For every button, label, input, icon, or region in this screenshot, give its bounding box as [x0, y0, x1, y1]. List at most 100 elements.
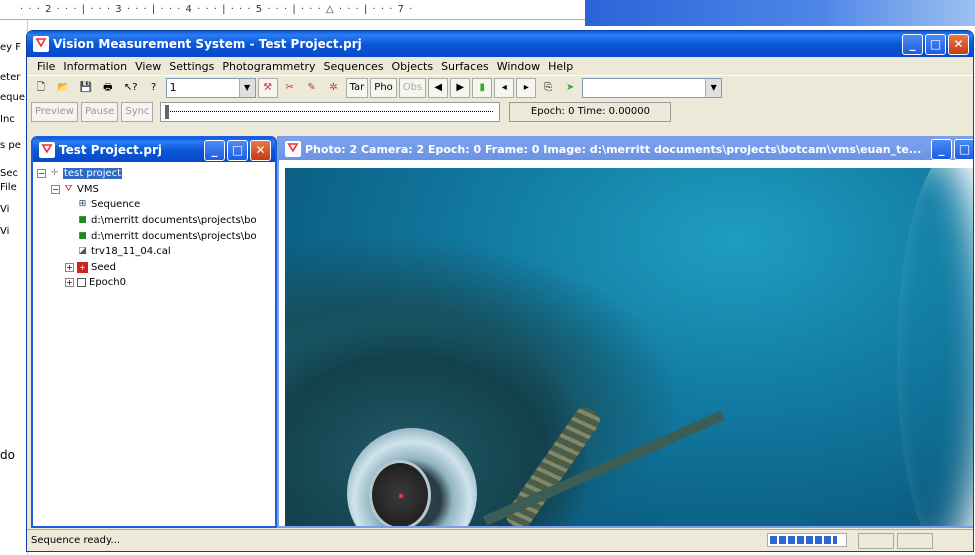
vms-icon: ⛛ — [64, 183, 73, 194]
print-icon[interactable]: 🖶 — [98, 78, 118, 98]
tree-node-file[interactable]: ■ d:\merritt documents\projects\bo — [37, 228, 275, 244]
menu-settings[interactable]: Settings — [165, 60, 218, 73]
measure-tool-icon[interactable]: ✎ — [302, 78, 322, 98]
chevron-down-icon[interactable]: ▼ — [238, 78, 255, 97]
project-titlebar[interactable]: ⛛ Test Project.prj _ □ ✕ — [33, 138, 275, 162]
crosshair-icon: ✛ — [50, 168, 59, 179]
maximize-button[interactable]: □ — [954, 138, 973, 160]
tree-label: trv18_11_04.cal — [91, 246, 171, 258]
next-arrow-icon[interactable]: ▶ — [450, 77, 471, 98]
obs-button[interactable]: Obs — [398, 77, 427, 98]
bg-text-fragment: eter — [0, 72, 21, 83]
status-panels — [767, 532, 933, 549]
tree-node-sequence[interactable]: ⊞ Sequence — [37, 197, 275, 213]
main-window-title: Vision Measurement System - Test Project… — [53, 37, 362, 51]
minimize-button[interactable]: _ — [902, 33, 923, 55]
bg-text-fragment: Inc — [0, 114, 15, 125]
collapse-icon[interactable]: − — [51, 184, 60, 194]
tree-node-epoch[interactable]: + Epoch0 — [37, 275, 275, 291]
tree-label: Sequence — [91, 199, 141, 211]
menu-help[interactable]: Help — [544, 60, 577, 73]
main-titlebar[interactable]: ⛛ Vision Measurement System - Test Proje… — [27, 31, 973, 57]
traffic-light-icon[interactable]: ▮ — [472, 77, 493, 98]
background-window-titlebar — [585, 0, 975, 26]
status-panel — [897, 532, 933, 549]
bg-text-fragment: do — [0, 448, 15, 462]
expand-icon[interactable]: + — [65, 262, 74, 272]
tree-node-root[interactable]: − ✛ test project — [37, 166, 275, 182]
background-ruler: · · · 2 · · · | · · · 3 · · · | · · · 4 … — [0, 0, 585, 20]
tree-node-calibration[interactable]: ◪ trv18_11_04.cal — [37, 244, 275, 260]
tar-button[interactable]: Tar — [345, 77, 369, 98]
run-icon[interactable]: ➤ — [560, 78, 580, 98]
open-folder-icon[interactable]: 📂 — [53, 78, 73, 98]
main-toolbar: 🗋 📂 💾 🖶 ↖? ? 1 ▼ ⚒ ✂ ✎ ✲ Tar Pho Obs ◀ ▶… — [27, 75, 973, 99]
bg-text-fragment: Vi — [0, 226, 10, 237]
background-document-edge: ey F eter eque Inc s pe Sec File Vi Vi d… — [0, 20, 28, 555]
sequence-slider[interactable] — [160, 102, 501, 122]
bg-text-fragment: s pe — [0, 140, 21, 151]
slider-thumb[interactable] — [165, 105, 170, 119]
tree-node-seed[interactable]: + + Seed — [37, 260, 275, 276]
collapse-icon[interactable]: − — [37, 169, 46, 179]
object-select[interactable]: ▼ — [582, 77, 723, 98]
pause-button[interactable]: Pause — [80, 102, 119, 122]
step-back-icon[interactable]: ◂ — [494, 77, 515, 98]
epoch-time-readout: Epoch: 0 Time: 0.00000 — [509, 102, 672, 122]
epoch-icon — [77, 278, 86, 288]
close-button[interactable]: ✕ — [948, 33, 969, 55]
chevron-down-icon[interactable]: ▼ — [705, 78, 722, 97]
new-file-icon[interactable]: 🗋 — [31, 78, 51, 98]
tree-label: test project — [63, 168, 123, 180]
status-bar: Sequence ready... — [27, 529, 973, 551]
main-window-controls: _ □ ✕ — [902, 33, 969, 55]
target-marker — [399, 494, 403, 498]
menu-sequences[interactable]: Sequences — [320, 60, 388, 73]
network-tool-icon[interactable]: ✲ — [324, 78, 344, 98]
menu-view[interactable]: View — [131, 60, 165, 73]
export-icon[interactable]: ⎘ — [538, 78, 558, 98]
tree-node-file[interactable]: ■ d:\merritt documents\projects\bo — [37, 213, 275, 229]
project-tree: − ✛ test project − ⛛ VMS ⊞ Sequence ■ d:… — [33, 162, 275, 291]
target-tool-icon[interactable]: ⚒ — [257, 77, 278, 98]
status-panel — [858, 532, 894, 549]
step-forward-icon[interactable]: ▸ — [516, 77, 537, 98]
maximize-button[interactable]: □ — [925, 33, 946, 55]
photo-number-select[interactable]: 1 ▼ — [165, 77, 256, 98]
menu-file[interactable]: File — [33, 60, 59, 73]
tree-label: d:\merritt documents\projects\bo — [91, 230, 257, 242]
menu-information[interactable]: Information — [59, 60, 131, 73]
close-button[interactable]: ✕ — [250, 139, 271, 161]
menu-objects[interactable]: Objects — [388, 60, 438, 73]
menu-window[interactable]: Window — [493, 60, 544, 73]
project-window: ⛛ Test Project.prj _ □ ✕ − ✛ test projec… — [31, 136, 277, 528]
sequence-icon: ⊞ — [78, 199, 87, 210]
photo-number-value: 1 — [169, 81, 177, 94]
status-progress — [767, 532, 847, 547]
pick-tool-icon[interactable]: ✂ — [280, 78, 300, 98]
photo-titlebar[interactable]: ⛛ Photo: 2 Camera: 2 Epoch: 0 Frame: 0 I… — [279, 138, 973, 160]
photo-window-icon: ⛛ — [285, 141, 301, 157]
menu-surfaces[interactable]: Surfaces — [437, 60, 493, 73]
minimize-button[interactable]: _ — [204, 139, 225, 161]
previous-arrow-icon[interactable]: ◀ — [428, 77, 449, 98]
underwater-photo[interactable] — [285, 168, 973, 526]
sync-button[interactable]: Sync — [121, 102, 154, 122]
expand-icon[interactable]: + — [65, 278, 74, 288]
photo-window-title: Photo: 2 Camera: 2 Epoch: 0 Frame: 0 Ima… — [305, 142, 922, 156]
lens-vignette — [897, 168, 973, 526]
preview-button[interactable]: Preview — [31, 102, 78, 122]
tree-node-vms[interactable]: − ⛛ VMS — [37, 182, 275, 198]
context-help-icon[interactable]: ↖? — [120, 78, 142, 98]
bg-text-fragment: Sec — [0, 168, 18, 179]
maximize-button[interactable]: □ — [227, 139, 248, 161]
app-icon: ⛛ — [33, 36, 49, 52]
bg-text-fragment: File — [0, 182, 17, 193]
tree-label: VMS — [77, 183, 99, 195]
save-icon[interactable]: 💾 — [75, 78, 95, 98]
help-icon[interactable]: ? — [144, 78, 164, 98]
menu-photogrammetry[interactable]: Photogrammetry — [218, 60, 319, 73]
camera-file-icon: ■ — [78, 230, 87, 241]
minimize-button[interactable]: _ — [931, 138, 952, 160]
pho-button[interactable]: Pho — [370, 77, 397, 98]
